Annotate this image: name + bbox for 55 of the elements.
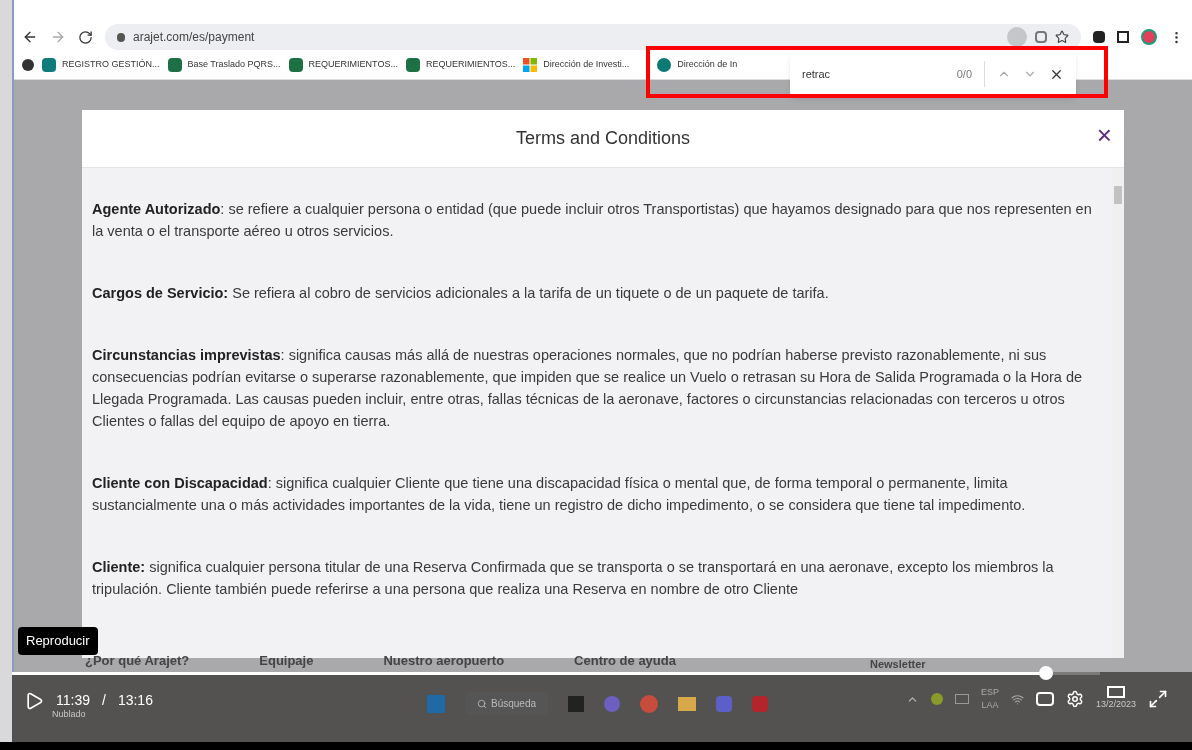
duration: 13:16 [117, 691, 153, 710]
progress-thumb[interactable] [1038, 666, 1053, 680]
terms-paragraph: Agente Autorizado: se refiere a cualquier persona o entidad (que puede incluir otros Transportistas) que hayamos designado para que nos representen en la venta o el transporte aéreo u otros servicios. [92, 200, 1093, 241]
time-separator: / [102, 691, 106, 710]
newsletter-label: Newsletter [870, 657, 926, 672]
puzzle-icon[interactable] [1093, 31, 1105, 43]
layout-label[interactable]: LAA [981, 699, 999, 712]
scrollbar[interactable] [1112, 168, 1124, 658]
spreadsheet-icon [405, 57, 420, 72]
weather-label: Nublado [52, 708, 86, 721]
settings-icon[interactable] [1065, 690, 1084, 708]
sharepoint-icon [657, 57, 672, 72]
bookmark[interactable]: REQUERIMIENTOS... [288, 57, 398, 72]
current-time: 11:39 [56, 691, 90, 710]
modal-title: Terms and Conditions [515, 127, 691, 150]
bookmark[interactable]: Base Traslado PQRS... [167, 57, 281, 72]
date-label: 13/2/2023 [1095, 698, 1136, 712]
back-icon[interactable] [22, 29, 38, 45]
terms-paragraph: Cliente con Discapacidad: significa cualquier Cliente que tiene una discapacidad física o mental que, de forma temporal o permanente, limita sustancialmente una o más actividades importantes de la vida, tiene un registro de dicho impedimento, o se considera que tiene tal impedimento. [92, 474, 1027, 515]
play-icon[interactable] [24, 690, 44, 711]
language-label[interactable]: ESP [980, 686, 999, 699]
find-in-page-icon[interactable] [1007, 27, 1027, 47]
forward-icon[interactable] [50, 29, 66, 45]
bookmark[interactable]: REGISTRO GESTIÓN... [42, 57, 160, 72]
keyboard-icon[interactable] [954, 694, 969, 704]
reload-icon[interactable] [78, 29, 93, 45]
fullscreen-icon[interactable] [1148, 689, 1168, 709]
bookmark[interactable]: Dirección de In [657, 57, 738, 72]
side-panel-icon[interactable] [1117, 31, 1129, 43]
avatar-icon[interactable] [1141, 29, 1157, 45]
star-icon[interactable] [1055, 30, 1069, 44]
close-button[interactable]: × [1096, 122, 1112, 148]
bookmark[interactable]: Dirección de Investi... [523, 57, 630, 72]
terms-paragraph: Circunstancias imprevistas: significa causas más allá de nuestras operaciones normales, que no podrían haberse previsto razonablemente, ni sus consecuencias podrían evitarse o superarse razonablemente, que impiden que se realice un Vuelo o retrasan su Hora de Salida Programada o la Hora de Llegada Programada. Las causas pueden incluir, entre otras, fallas técnicas de la aeronave, factores o circunstancias relacionadas con terceros u otros Clientes o fallas del equipo de apoyo en tierra. [92, 346, 1084, 431]
wifi-icon [1010, 692, 1024, 706]
spreadsheet-icon [167, 57, 182, 72]
search-icon [477, 698, 487, 709]
windows-logo-icon [523, 57, 538, 72]
lock-icon [117, 32, 125, 42]
match-count: 0/0 [956, 66, 972, 82]
folder-icon[interactable] [678, 696, 697, 711]
terms-paragraph: Cliente: significa cualquier persona titular de una Reserva Confirmada que se transporta o se transportará en una aeronave, excepto los miembros la tripulación. Cliente también puede referirse a una persona que realiza una Reserva en nombre de otro Cliente [92, 558, 1055, 599]
status-icon [930, 693, 943, 705]
address-bar[interactable]: arajet.com/es/payment [105, 24, 1081, 50]
spreadsheet-icon [288, 57, 303, 72]
find-input[interactable]: retrac [802, 65, 945, 83]
windows-start-icon[interactable] [427, 694, 445, 713]
bookmark[interactable]: REQUERIMIENTOS... [405, 57, 516, 72]
terms-paragraph: Cargos de Servicio: Se refiera al cobro de servicios adicionales a la tarifa de un tiquete o de un paquete de tarifa. [92, 284, 830, 303]
share-icon[interactable] [1035, 31, 1047, 43]
tooltip: Reproducir [18, 627, 98, 655]
globe-icon [22, 58, 34, 71]
forms-icon [42, 57, 56, 72]
taskbar-search[interactable]: Búsqueda [465, 692, 549, 715]
taskbar-app-icon[interactable] [568, 695, 585, 712]
